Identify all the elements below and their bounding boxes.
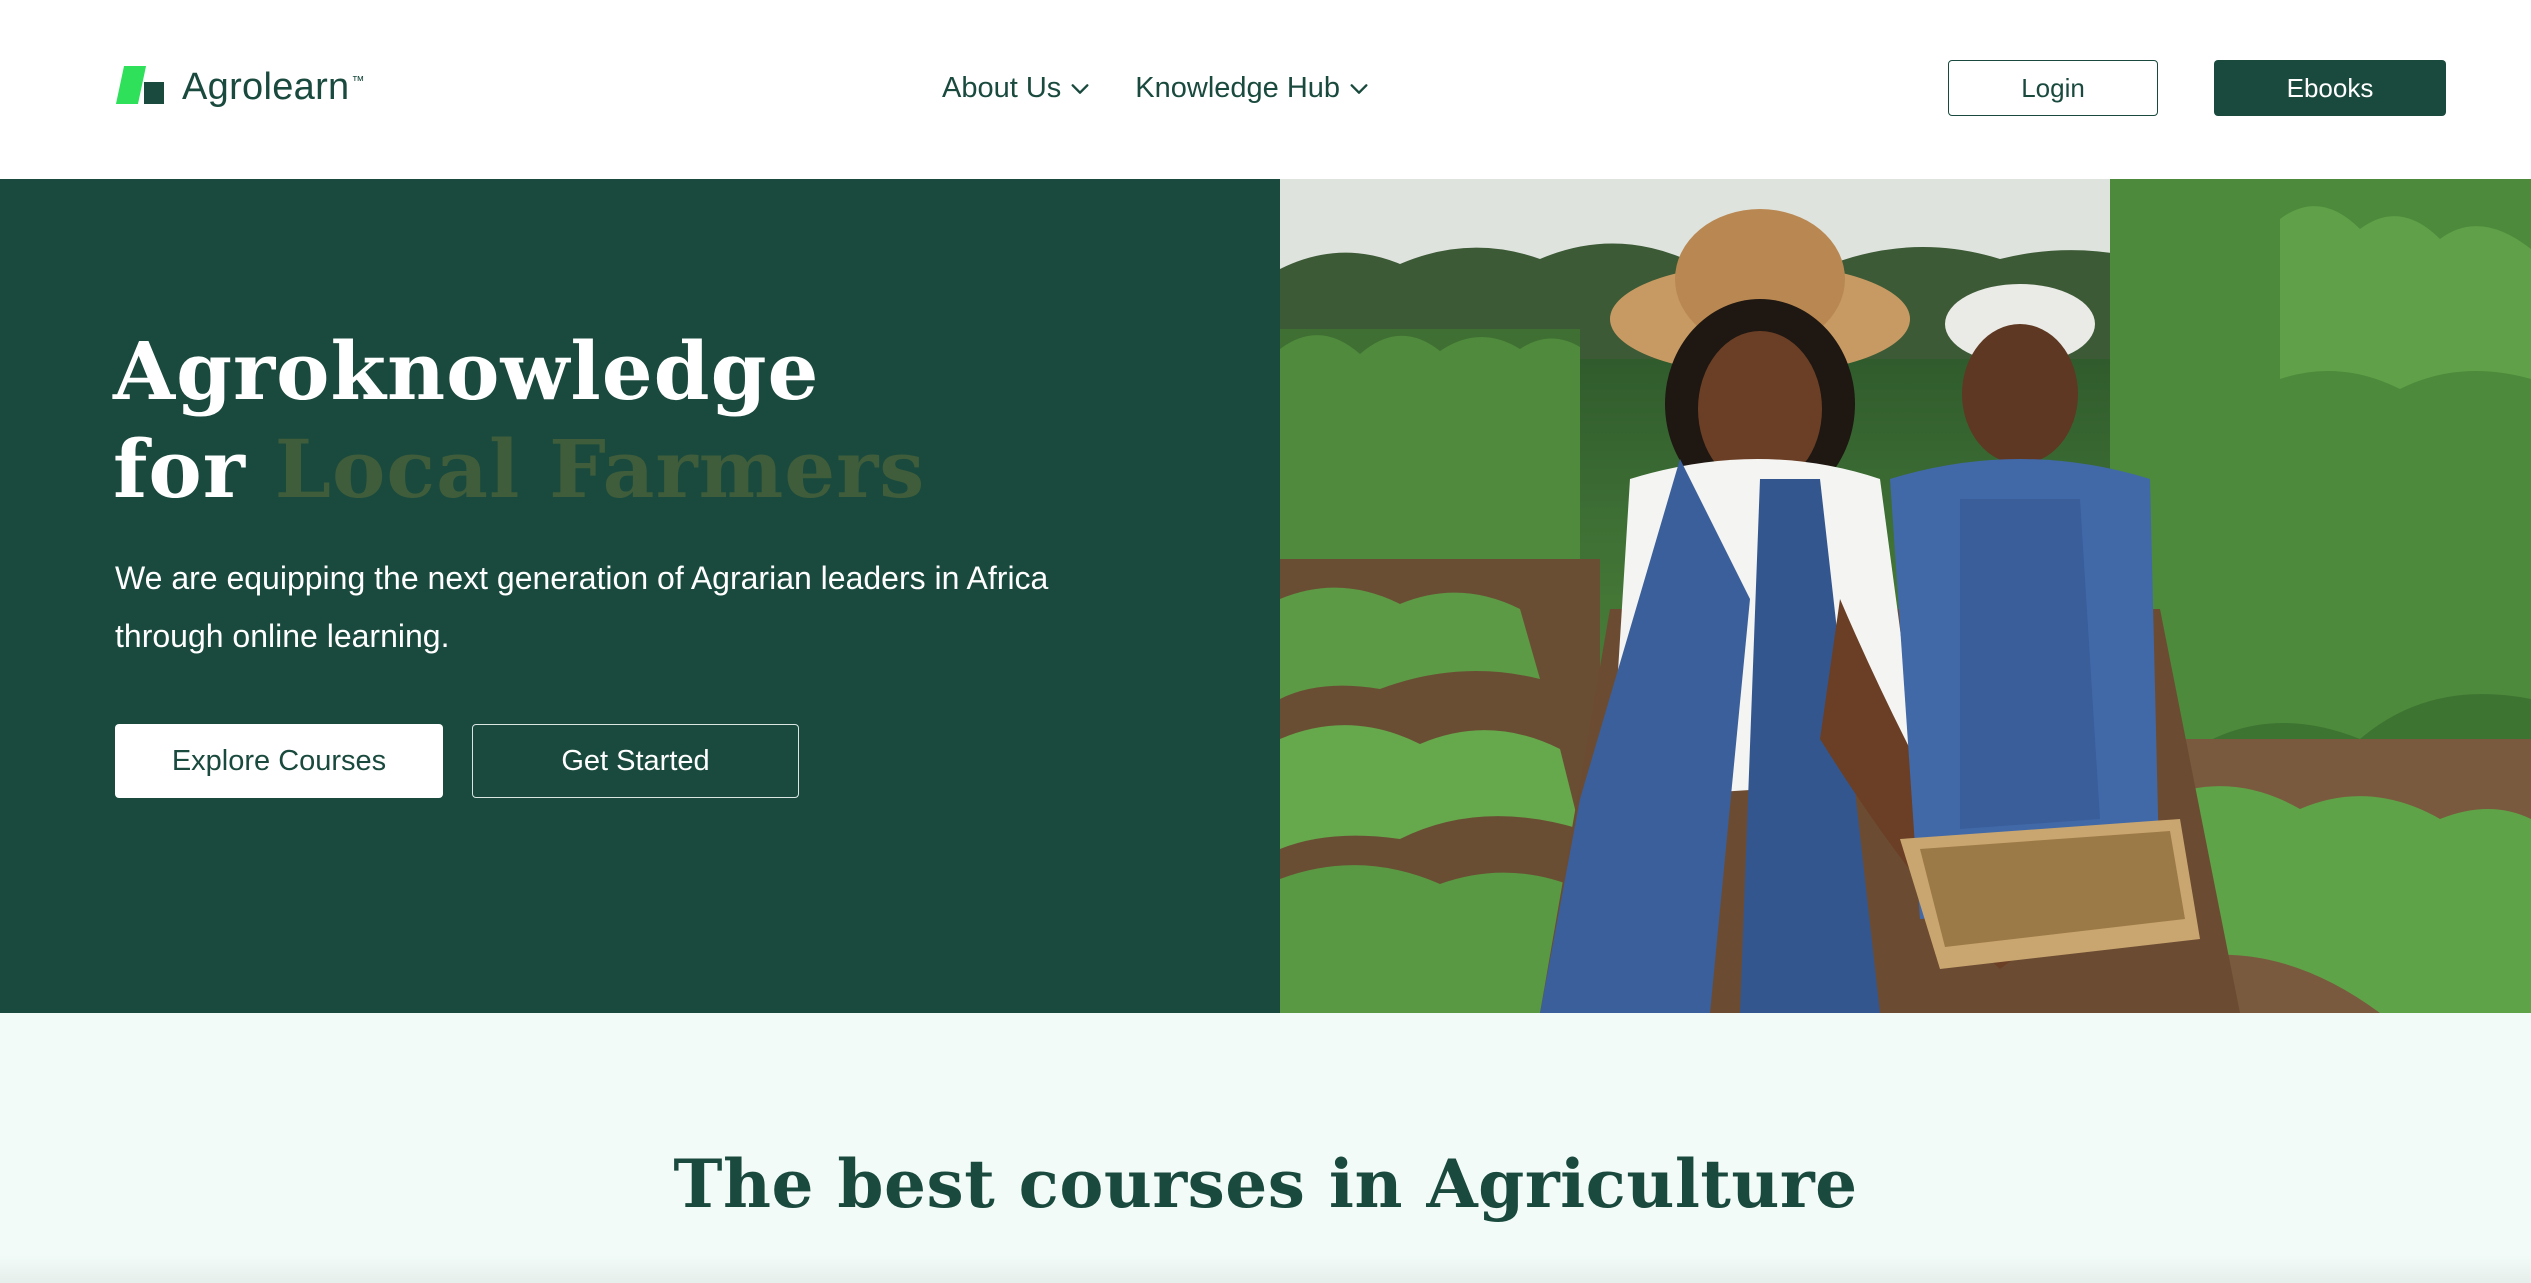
hero-photo bbox=[1280, 179, 2531, 1013]
nav-about-us[interactable]: About Us bbox=[942, 66, 1091, 110]
ebooks-button[interactable]: Ebooks bbox=[2214, 60, 2446, 116]
hero-panel: Agroknowledge for Local Farmers We are e… bbox=[0, 179, 1280, 1013]
get-started-button[interactable]: Get Started bbox=[472, 724, 799, 798]
site-header: Agrolearn ™ About Us Knowledge Hub Login … bbox=[0, 0, 2531, 179]
logo-icon bbox=[115, 64, 166, 110]
hero-title-for: for bbox=[113, 422, 246, 516]
hero-title-line1: Agroknowledge bbox=[113, 324, 820, 418]
chevron-down-icon bbox=[1350, 84, 1368, 94]
section-shadow bbox=[0, 1255, 2531, 1283]
courses-section-title: The best courses in Agriculture bbox=[673, 1145, 1858, 1223]
chevron-down-icon bbox=[1071, 84, 1089, 94]
farmers-photo-illustration bbox=[1280, 179, 2531, 1013]
hero-subtitle: We are equipping the next generation of … bbox=[115, 560, 1049, 654]
brand-text: Agrolearn bbox=[182, 65, 350, 108]
hero-title: Agroknowledge for Local Farmers bbox=[113, 322, 925, 518]
nav-about-us-label: About Us bbox=[942, 71, 1062, 104]
main-nav: About Us Knowledge Hub bbox=[942, 66, 1370, 110]
trademark: ™ bbox=[351, 72, 365, 88]
login-button[interactable]: Login bbox=[1948, 60, 2158, 116]
nav-knowledge-hub[interactable]: Knowledge Hub bbox=[1135, 66, 1370, 110]
brand-logo[interactable]: Agrolearn ™ bbox=[115, 62, 365, 112]
nav-knowledge-hub-label: Knowledge Hub bbox=[1135, 71, 1341, 104]
explore-courses-button[interactable]: Explore Courses bbox=[115, 724, 443, 798]
hero-title-accent: Local Farmers bbox=[274, 422, 926, 516]
courses-section: The best courses in Agriculture bbox=[0, 1013, 2531, 1283]
brand-name: Agrolearn ™ bbox=[182, 66, 365, 109]
